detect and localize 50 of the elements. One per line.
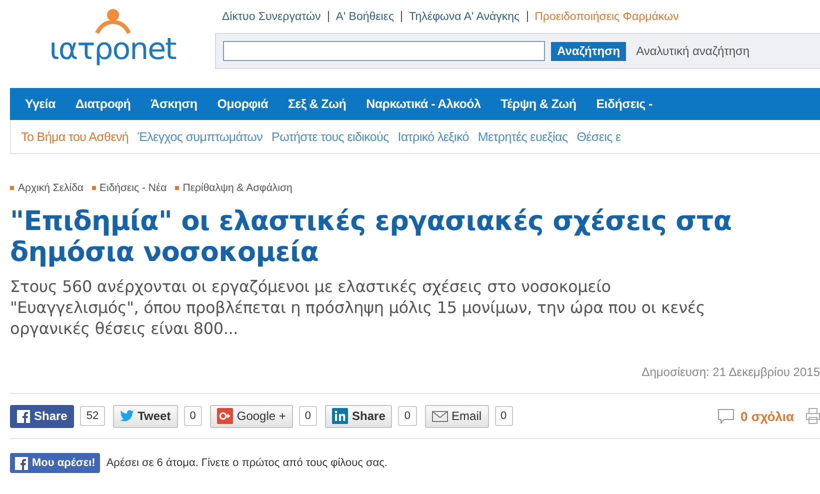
sub-nav-item[interactable]: Θέσεις ε <box>576 130 621 144</box>
site-logo[interactable]: ιατροnet <box>49 32 176 67</box>
top-link[interactable]: Τηλέφωνα Α' Ανάγκης <box>409 10 520 22</box>
like-button[interactable]: Μου αρέσει! <box>10 453 100 473</box>
share-count: 0 <box>494 406 513 426</box>
google-plus-icon <box>216 408 233 424</box>
share-button[interactable]: Email <box>424 404 489 428</box>
sub-nav-item[interactable]: Ιατρικό λεξικό <box>398 130 469 144</box>
search-field[interactable] <box>223 41 545 61</box>
bird-icon <box>120 410 134 422</box>
share-count: 0 <box>298 406 318 426</box>
nav-item[interactable]: Άσκηση <box>150 97 198 111</box>
nav-item[interactable]: Ναρκωτικά - Αλκοόλ <box>366 97 481 111</box>
share-button[interactable]: Google + <box>210 404 293 428</box>
share-count: 0 <box>398 406 417 426</box>
share-button[interactable]: Share <box>325 404 392 428</box>
nav-item[interactable]: Σεξ & Ζωή <box>288 97 346 111</box>
comments-link[interactable]: 0 σχόλια <box>718 408 794 424</box>
sub-nav-item[interactable]: Ρωτήστε τους ειδικούς <box>272 130 389 144</box>
nav-item[interactable]: Διατροφή <box>75 97 131 111</box>
advanced-search-link[interactable]: Αναλυτική αναζήτηση <box>636 44 750 58</box>
sub-nav-item[interactable]: Μετρητές ευεξίας <box>478 130 568 144</box>
like-count-text: Αρέσει σε 6 άτομα. Γίνετε ο πρώτος από τους φίλους σας. <box>106 457 388 469</box>
nav-item[interactable]: Ομορφιά <box>217 97 268 111</box>
share-button[interactable]: Share <box>10 404 74 428</box>
top-link[interactable]: Προειδοποιήσεις Φαρμάκων <box>534 10 679 22</box>
share-count: 0 <box>184 406 202 426</box>
publish-date: Δημοσίευση: 21 Δεκεμβρίου 2015 <box>640 365 820 379</box>
printer-icon[interactable] <box>806 408 820 424</box>
top-link[interactable]: Δίκτυο Συνεργατών <box>222 10 321 22</box>
envelope-icon <box>432 410 448 422</box>
speech-bubble-icon <box>718 408 734 424</box>
share-count: 52 <box>80 406 105 426</box>
breadcrumb-link[interactable]: Αρχική Σελίδα <box>10 182 84 194</box>
top-link[interactable]: Α' Βοήθειες <box>336 10 394 22</box>
article-title: "Επιδημία" οι ελαστικές εργασιακές σχέσεις στα δημόσια νοσοκομεία <box>10 206 733 268</box>
breadcrumb-link[interactable]: Ειδήσεις - Νέα <box>92 182 167 194</box>
nav-item[interactable]: Τέρψη & Ζωή <box>500 97 576 111</box>
article-lead: Στους 560 ανέρχονται οι εργαζόμενοι με ελαστικές σχέσεις στο νοσοκομείο "Ευαγγελισμός", όπου προβλέπεται η πρόσληψη μόλις 15 μονίμων, την ώρα που οι κενές οργανικές θέσεις είναι 800... <box>10 276 706 339</box>
nav-item[interactable]: Υγεία <box>25 97 56 111</box>
share-button[interactable]: Tweet <box>112 404 178 428</box>
person-logo-icon <box>94 8 130 34</box>
sub-nav-item[interactable]: Έλεγχος συμπτωμάτων <box>138 130 263 144</box>
linkedin-icon <box>332 408 348 424</box>
breadcrumb-link[interactable]: Περίθαλψη & Ασφάλιση <box>174 182 292 194</box>
search-button[interactable]: Αναζήτηση <box>551 42 626 60</box>
nav-item[interactable]: Ειδήσεις - <box>596 97 652 111</box>
facebook-icon <box>17 410 30 422</box>
sub-nav-item[interactable]: Το Βήμα του Ασθενή <box>21 130 129 144</box>
facebook-icon <box>15 456 28 470</box>
